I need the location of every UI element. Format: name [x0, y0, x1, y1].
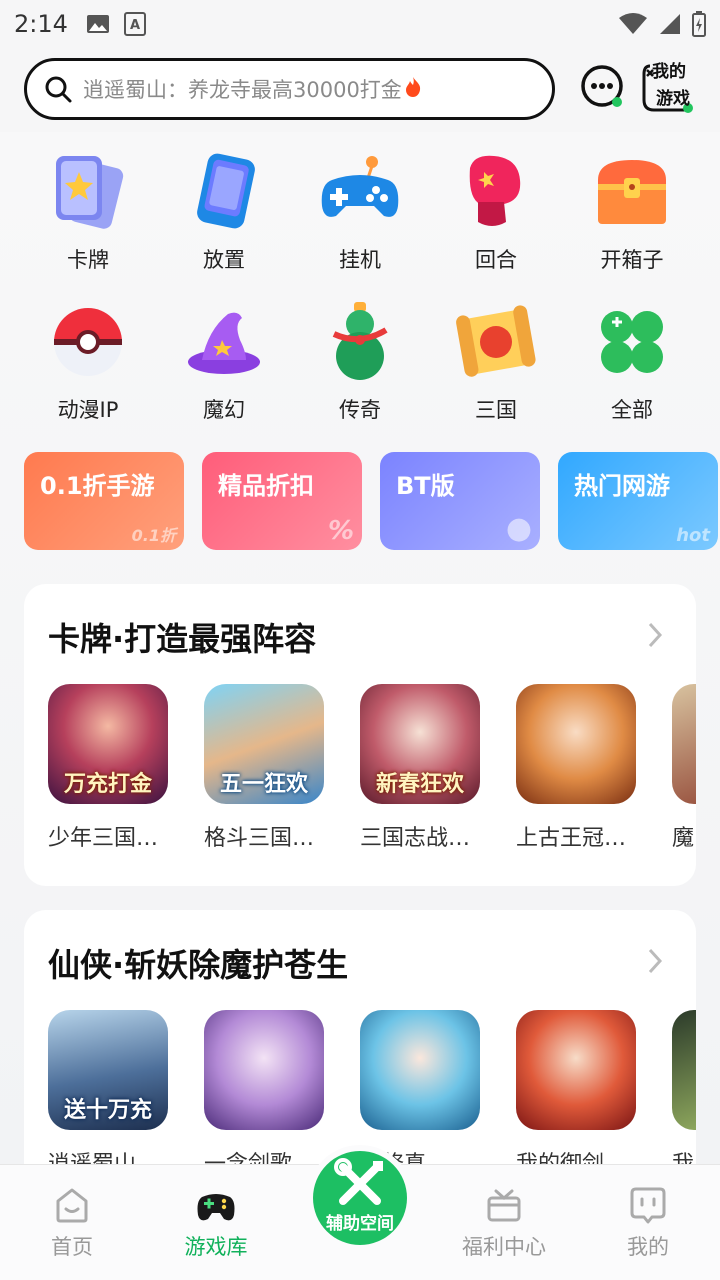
- game-item[interactable]: 上古王冠…: [516, 684, 636, 852]
- game-icon: 五一狂欢: [204, 684, 324, 804]
- my-games-label-2: 游戏: [656, 89, 690, 109]
- assistant-space-button[interactable]: 辅助空间: [313, 1151, 407, 1245]
- promo-discount-01[interactable]: 0.1折手游 0.1折: [24, 452, 184, 550]
- my-games-label-1: 我的: [652, 62, 686, 82]
- status-time: 2:14: [14, 10, 68, 38]
- signal-icon: [660, 14, 680, 34]
- category-turn-based[interactable]: 回合: [428, 150, 564, 274]
- game-item[interactable]: 我: [672, 1010, 696, 1164]
- chat-bubble-icon: [581, 65, 623, 107]
- profile-face-icon: [630, 1187, 666, 1224]
- gift-icon: [487, 1189, 521, 1222]
- game-item[interactable]: 送十万充 逍遥蜀山: [48, 1010, 168, 1164]
- game-item[interactable]: 五一狂欢 格斗三国…: [204, 684, 324, 852]
- main-content: 卡牌 放置 挂机 回合 开箱子 动漫IP 魔幻 传奇 三国 全部 0.1折手游 …: [0, 132, 720, 1164]
- category-cards[interactable]: 卡牌: [20, 150, 156, 274]
- cards-icon: [46, 150, 130, 234]
- promo-hot-online[interactable]: 热门网游 hot: [558, 452, 718, 550]
- search-placeholder: 逍遥蜀山：养龙寺最高30000打金: [83, 78, 402, 102]
- search-bar[interactable]: 逍遥蜀山：养龙寺最高30000打金: [24, 58, 555, 120]
- treasure-chest-icon: [590, 150, 674, 234]
- gamepad-icon: [318, 150, 402, 234]
- promo-premium-discount[interactable]: 精品折扣 %: [202, 452, 362, 550]
- section-title: 仙侠·斩妖除魔护苍生: [48, 946, 349, 984]
- gamepad-tab-icon: [197, 1194, 235, 1221]
- wizard-hat-icon: [182, 300, 266, 384]
- section-xianxia-games: 仙侠·斩妖除魔护苍生 送十万充 逍遥蜀山 一念剑歌 太修真 我的御剑: [24, 910, 696, 1164]
- tools-icon: [334, 1158, 383, 1205]
- boxing-glove-icon: [454, 150, 538, 234]
- nav-game-library[interactable]: 游戏库: [161, 1185, 271, 1261]
- home-icon: [56, 1188, 88, 1223]
- game-item[interactable]: 万充打金 少年三国…: [48, 684, 168, 852]
- game-icon: [204, 1010, 324, 1130]
- clover-icon: [590, 300, 674, 384]
- my-games-button[interactable]: 我的 游戏: [642, 60, 700, 116]
- category-legend[interactable]: 传奇: [292, 300, 428, 424]
- section-title: 卡牌·打造最强阵容: [48, 620, 317, 658]
- category-three-kingdoms[interactable]: 三国: [428, 300, 564, 424]
- message-button[interactable]: [580, 64, 626, 110]
- game-icon: [516, 684, 636, 804]
- game-icon: 万充打金: [48, 684, 168, 804]
- chevron-right-icon[interactable]: [644, 620, 666, 650]
- game-item[interactable]: 魔: [672, 684, 696, 852]
- phone-icon: [182, 150, 266, 234]
- fire-icon: [404, 76, 422, 103]
- promo-bt-version[interactable]: BT版 ●: [380, 452, 540, 550]
- category-anime-ip[interactable]: 动漫IP: [20, 300, 156, 424]
- section-card-games: 卡牌·打造最强阵容 万充打金 少年三国… 五一狂欢 格斗三国… 新春狂欢 三国志…: [24, 584, 696, 886]
- game-item[interactable]: 新春狂欢 三国志战…: [360, 684, 480, 852]
- category-loot-box[interactable]: 开箱子: [564, 150, 700, 274]
- svg-text:A: A: [130, 18, 140, 33]
- game-item[interactable]: 一念剑歌: [204, 1010, 324, 1164]
- category-fantasy[interactable]: 魔幻: [156, 300, 292, 424]
- status-bar: 2:14 A: [0, 0, 720, 48]
- pokeball-icon: [46, 300, 130, 384]
- bottom-navigation: 首页 游戏库 辅助空间 福利中心 我的: [0, 1151, 720, 1280]
- category-idle[interactable]: 放置: [156, 150, 292, 274]
- game-icon: 新春狂欢: [360, 684, 480, 804]
- wifi-icon: [619, 13, 647, 34]
- category-all[interactable]: 全部: [564, 300, 700, 424]
- game-icon: [516, 1010, 636, 1130]
- image-icon: [86, 15, 109, 33]
- category-grid: 卡牌 放置 挂机 回合 开箱子 动漫IP 魔幻 传奇 三国 全部: [20, 150, 700, 424]
- game-icon: [672, 684, 696, 804]
- nav-welfare-center[interactable]: 福利中心: [449, 1185, 559, 1261]
- battery-icon: [692, 11, 706, 37]
- search-icon: [45, 76, 72, 103]
- chevron-right-icon[interactable]: [644, 946, 666, 976]
- nav-mine[interactable]: 我的: [593, 1185, 703, 1261]
- font-app-icon: A: [123, 12, 146, 36]
- nav-home[interactable]: 首页: [17, 1185, 127, 1261]
- top-header: 逍遥蜀山：养龙寺最高30000打金 我的 游戏: [0, 48, 720, 132]
- war-scroll-icon: [454, 300, 538, 384]
- gourd-icon: [318, 300, 402, 384]
- game-item[interactable]: 太修真: [360, 1010, 480, 1164]
- game-icon: 送十万充: [48, 1010, 168, 1130]
- game-icon: [672, 1010, 696, 1130]
- category-afk[interactable]: 挂机: [292, 150, 428, 274]
- game-icon: [360, 1010, 480, 1130]
- game-item[interactable]: 我的御剑: [516, 1010, 636, 1164]
